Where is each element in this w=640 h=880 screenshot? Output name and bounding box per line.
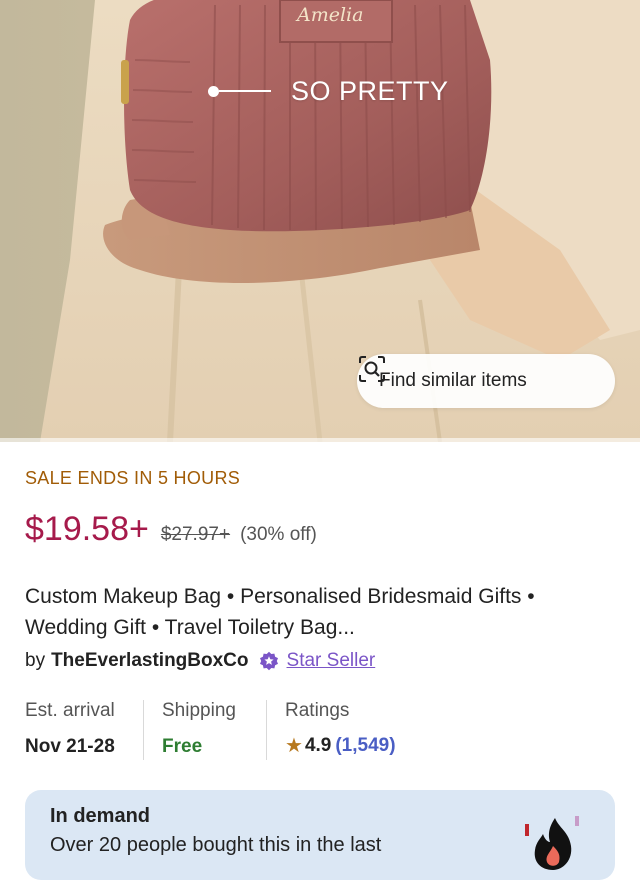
original-price: $27.97+ bbox=[160, 524, 231, 545]
star-seller-link[interactable]: Star Seller bbox=[287, 650, 376, 672]
caption-text: SO PRETTY bbox=[291, 75, 449, 106]
rating-value: 4.9 bbox=[304, 734, 332, 756]
in-demand-text: Over 20 people bought this in the last bbox=[50, 834, 382, 856]
column-divider bbox=[143, 700, 144, 760]
find-similar-button[interactable]: Find similar items bbox=[357, 354, 615, 408]
current-price: $19.58+ bbox=[25, 510, 149, 548]
in-demand-title: In demand bbox=[50, 805, 151, 827]
seller-prefix: by bbox=[25, 650, 46, 671]
rating-count-link[interactable]: (1,549) bbox=[335, 735, 395, 757]
discount-label: (30% off) bbox=[240, 524, 317, 545]
delivery-info-row: Est. arrival Nov 21-28 Shipping Free Rat… bbox=[25, 700, 396, 762]
fire-icon bbox=[525, 816, 579, 870]
sale-ends-banner: SALE ENDS IN 5 HOURS bbox=[25, 468, 241, 488]
seller-row: by TheEverlastingBoxCo Star Seller bbox=[25, 650, 375, 672]
star-icon: ★ bbox=[285, 735, 303, 757]
bag-embroidery-text: Amelia bbox=[297, 4, 364, 26]
ratings-column[interactable]: Ratings ★ 4.9 (1,549) bbox=[285, 700, 396, 758]
shipping-value: Free bbox=[162, 736, 203, 757]
ratings-label: Ratings bbox=[285, 700, 350, 721]
product-image[interactable]: Amelia SO PRETTY Find similar items bbox=[0, 0, 640, 442]
camera-scan-icon bbox=[359, 356, 385, 382]
in-demand-card: In demand Over 20 people bought this in … bbox=[25, 790, 615, 880]
caption-line bbox=[219, 90, 271, 92]
column-divider bbox=[266, 700, 267, 760]
product-title[interactable]: Custom Makeup Bag • Personalised Bridesm… bbox=[25, 581, 615, 643]
est-arrival-value: Nov 21-28 bbox=[25, 736, 115, 757]
star-seller-badge-icon bbox=[259, 651, 278, 671]
caption-dot bbox=[208, 85, 219, 97]
shop-name-link[interactable]: TheEverlastingBoxCo bbox=[51, 650, 248, 672]
est-arrival-column[interactable]: Est. arrival Nov 21-28 bbox=[25, 700, 125, 758]
shipping-column[interactable]: Shipping Free bbox=[162, 700, 248, 758]
find-similar-label: Find similar items bbox=[379, 370, 527, 391]
price-row: $19.58+ $27.97+ (30% off) bbox=[25, 510, 317, 549]
image-caption: SO PRETTY bbox=[208, 74, 449, 108]
est-arrival-label: Est. arrival bbox=[25, 700, 115, 721]
rating-summary: ★ 4.9 (1,549) bbox=[285, 733, 396, 758]
shipping-label: Shipping bbox=[162, 700, 236, 721]
image-carousel-indicator bbox=[0, 438, 640, 442]
